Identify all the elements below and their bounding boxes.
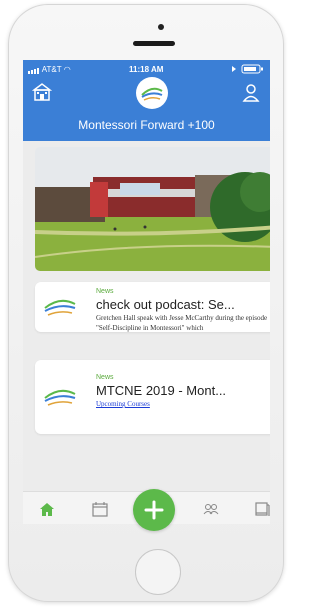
signal-icon [28, 65, 40, 74]
news-headline: MTCNE 2019 - Mont... [96, 383, 227, 398]
calendar-icon[interactable] [91, 500, 109, 518]
app-screen: AT&T ◠ 11:18 AM Montessori Forward +100 … [23, 60, 270, 524]
carrier-label: AT&T ◠ [28, 65, 71, 74]
school-icon[interactable] [31, 82, 53, 102]
people-icon[interactable] [202, 500, 220, 518]
app-header: AT&T ◠ 11:18 AM Montessori Forward +100 [23, 60, 270, 141]
user-icon[interactable] [241, 82, 261, 102]
earpiece-speaker [133, 41, 175, 46]
wifi-icon: ◠ [63, 65, 71, 74]
page-title: Montessori Forward +100 [78, 118, 215, 132]
news-card[interactable]: News check out podcast: Se... Gretchen H… [35, 282, 270, 332]
news-headline: check out podcast: Se... [96, 297, 235, 312]
add-icon [144, 500, 164, 520]
add-button[interactable] [133, 489, 175, 531]
news-excerpt: Gretchen Hall speak with Jesse McCarthy … [96, 314, 268, 332]
phone-home-button[interactable] [135, 549, 181, 595]
front-camera [158, 24, 164, 30]
app-logo [136, 77, 168, 109]
status-bar: AT&T ◠ 11:18 AM [23, 64, 270, 76]
status-time: 11:18 AM [129, 65, 164, 74]
home-icon[interactable] [38, 500, 56, 518]
news-card[interactable]: News MTCNE 2019 - Mont... Upcoming Cours… [35, 360, 270, 434]
news-category: News [96, 288, 114, 295]
upcoming-courses-link[interactable]: Upcoming Courses [96, 400, 150, 408]
news-thumbnail [42, 382, 78, 412]
book-icon[interactable] [253, 500, 270, 518]
news-category: News [96, 374, 114, 381]
news-thumbnail [42, 292, 78, 322]
battery-icon [232, 64, 263, 74]
carrier-name: AT&T [41, 65, 62, 74]
status-right-icons [226, 64, 264, 74]
featured-image[interactable] [35, 147, 270, 271]
